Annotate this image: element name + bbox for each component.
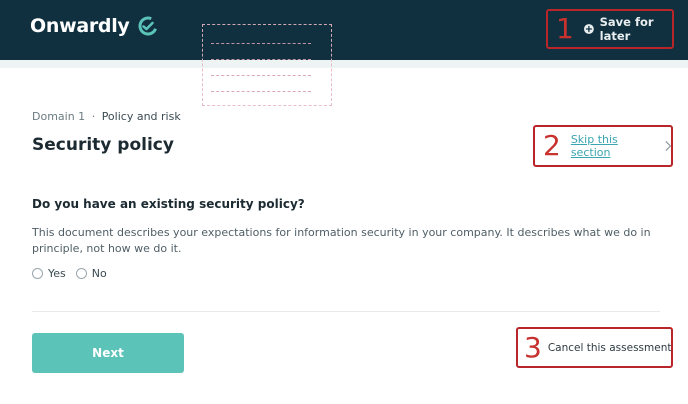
- radio-option-no[interactable]: No: [75, 267, 107, 280]
- top-navigation-bar: Onwardly 1 Save for later: [0, 0, 688, 60]
- breadcrumb-domain: Domain 1: [32, 110, 86, 123]
- breadcrumb: Domain 1 · Policy and risk: [32, 110, 181, 123]
- question-heading: Do you have an existing security policy?: [32, 197, 305, 211]
- radio-label-yes: Yes: [48, 267, 66, 280]
- save-for-later-button[interactable]: 1 Save for later: [546, 9, 674, 49]
- brand-name: Onwardly: [30, 15, 130, 37]
- plus-circle-icon: [583, 24, 594, 34]
- radio-label-no: No: [91, 267, 107, 280]
- radio-circle-icon[interactable]: [32, 268, 43, 279]
- chevron-right-icon: [665, 140, 671, 152]
- callout-number-1: 1: [556, 12, 574, 45]
- skip-section-label: Skip this section: [570, 133, 618, 159]
- brand-logo-group[interactable]: Onwardly: [30, 15, 159, 37]
- header-underline-band: [0, 60, 688, 68]
- section-divider: [32, 311, 660, 312]
- radio-circle-icon[interactable]: [75, 268, 87, 279]
- breadcrumb-section: Policy and risk: [101, 110, 181, 123]
- cancel-assessment-link[interactable]: 3 Cancel this assessment: [516, 327, 673, 368]
- radio-option-yes[interactable]: Yes: [32, 267, 66, 280]
- skip-section-link[interactable]: 2 Skip this section: [533, 125, 673, 167]
- question-description: This document describes your expectation…: [32, 226, 651, 255]
- save-for-later-label: Save for later: [599, 15, 654, 43]
- callout-number-3: 3: [524, 330, 542, 364]
- placeholder-overlay-box: [202, 24, 332, 106]
- onwardly-logo-icon: [138, 16, 158, 36]
- breadcrumb-separator: ·: [91, 110, 96, 123]
- callout-number-2: 2: [543, 129, 561, 162]
- page-title: Security policy: [32, 135, 174, 155]
- cancel-assessment-label: Cancel this assessment: [547, 341, 672, 354]
- answer-radio-group: Yes No: [32, 267, 117, 280]
- next-button[interactable]: Next: [32, 333, 184, 373]
